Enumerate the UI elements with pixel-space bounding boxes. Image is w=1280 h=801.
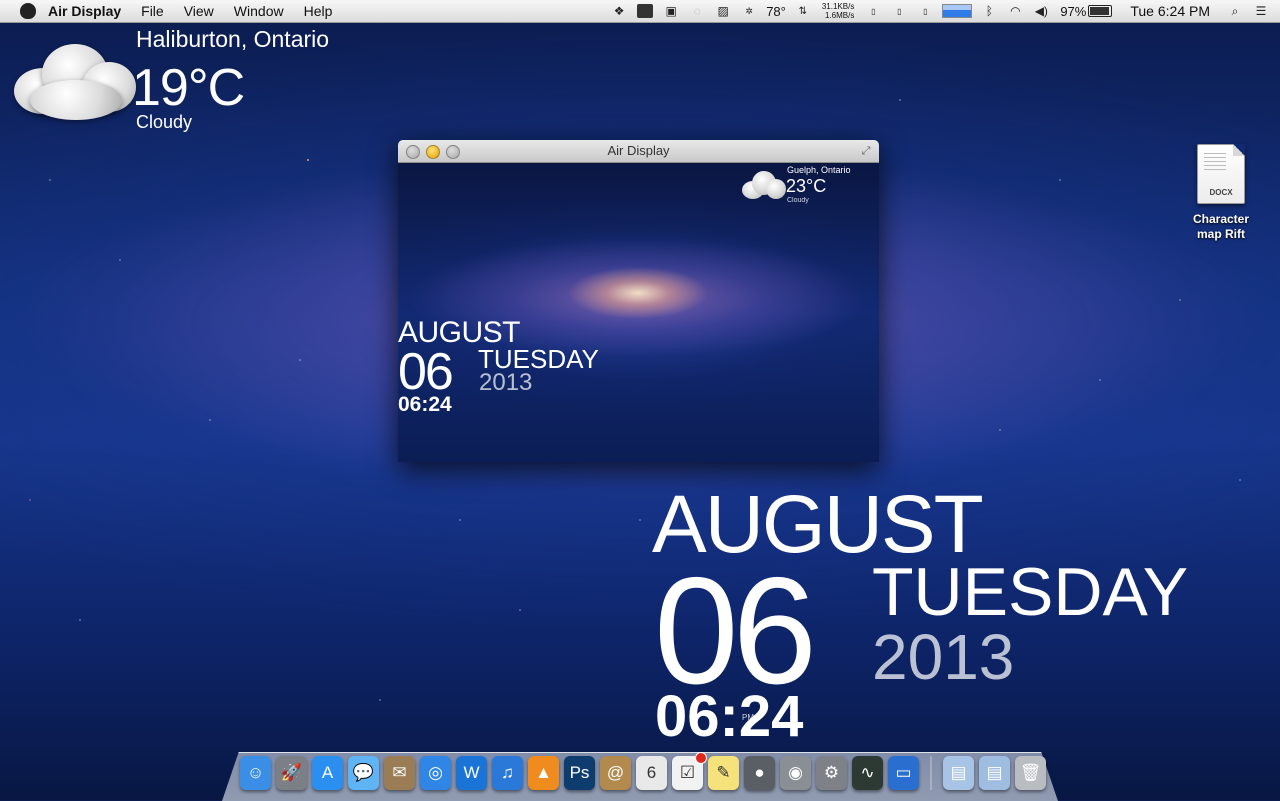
dock-separator	[930, 756, 932, 790]
window-titlebar[interactable]: Air Display ⤢	[398, 140, 879, 163]
mini-weather-condition: Cloudy	[787, 197, 809, 204]
air-display-icon[interactable]: ▭	[888, 756, 919, 790]
messages-icon[interactable]: 💬	[348, 756, 379, 790]
close-button[interactable]	[406, 145, 420, 159]
photoshop-icon[interactable]: Ps	[564, 756, 595, 790]
view-menu[interactable]: View	[174, 0, 224, 22]
weather-city: Haliburton, Ontario	[136, 26, 330, 52]
preview-icon[interactable]: ✉	[384, 756, 415, 790]
dock-items: ☺ 🚀 A 💬 ✉ ◎ W ♫ ▲ Ps @6 ☑ ✎ ● ◉ ⚙ ∿ ▭ ▤ ▤ 🗑	[240, 752, 1046, 790]
activity-monitor-icon[interactable]: ∿	[852, 756, 883, 790]
zoom-button[interactable]	[446, 145, 460, 159]
battery-icon[interactable]	[1088, 5, 1113, 17]
disk-utility-icon[interactable]: ◉	[780, 756, 811, 790]
date-time: 06:24	[655, 684, 804, 749]
disk-icon[interactable]: ▯	[890, 3, 908, 19]
trash-icon[interactable]: 🗑	[1015, 756, 1046, 790]
file-name[interactable]: Character map Rift	[1182, 212, 1260, 242]
airdisplay-icon[interactable]: ▣	[662, 3, 680, 19]
menu-bar: Air Display File View Window Help ❖ ▣ ◌ …	[0, 0, 1280, 23]
documents-icon[interactable]: ▤	[943, 756, 974, 790]
network-icon[interactable]: ⇅	[794, 3, 812, 19]
fullscreen-icon[interactable]: ⤢	[859, 144, 873, 158]
weather-temperature: 19°C	[132, 59, 245, 117]
notification-icon[interactable]: ☰	[1252, 3, 1270, 19]
photo-booth-icon[interactable]: ●	[744, 756, 775, 790]
date-ampm: PM	[742, 713, 754, 722]
vlc-icon[interactable]: ▲	[528, 756, 559, 790]
volume-icon[interactable]: ◀)	[1032, 3, 1050, 19]
help-menu[interactable]: Help	[294, 0, 343, 22]
reminders-badge	[695, 752, 707, 764]
contact-icon[interactable]	[636, 3, 654, 19]
network-speed[interactable]: 31.1KB/s 1.6MB/s	[822, 2, 854, 20]
app-store-icon[interactable]: A	[312, 756, 343, 790]
date-weekday: TUESDAY	[872, 554, 1189, 630]
fan-icon[interactable]: ✲	[740, 3, 758, 19]
cpu-graph[interactable]	[942, 4, 973, 18]
app-name-menu[interactable]: Air Display	[48, 0, 131, 22]
reminders-icon[interactable]: ☑	[672, 752, 707, 790]
safari-icon[interactable]: ◎	[420, 756, 451, 790]
battery-percent[interactable]: 97%	[1060, 4, 1086, 19]
launchpad-icon[interactable]: 🚀	[276, 756, 307, 790]
network-down-speed: 1.6MB/s	[824, 11, 855, 20]
menu-clock[interactable]: Tue 6:24 PM	[1130, 3, 1210, 19]
spinner-icon[interactable]: ◌	[688, 3, 706, 19]
date-year: 2013	[872, 621, 1015, 693]
cpu-icon[interactable]: ▯	[916, 3, 934, 19]
network-up-speed: 31.1KB/s	[821, 2, 855, 11]
screen-icon[interactable]: ▨	[714, 3, 732, 19]
memory-icon[interactable]: ▯	[864, 3, 882, 19]
spotlight-icon[interactable]: ⌕	[1226, 3, 1244, 19]
cloudy-weather-icon	[8, 34, 138, 124]
air-display-window[interactable]: Air Display ⤢ Guelph, Ontario 23°C Cloud…	[398, 140, 879, 462]
temperature-readout[interactable]: 78°	[766, 4, 786, 19]
weather-condition: Cloudy	[136, 112, 193, 132]
mini-weather-temperature: 23°C	[786, 176, 827, 196]
mini-year: 2013	[479, 369, 533, 396]
mini-time: 06:24	[398, 393, 452, 416]
window-menu[interactable]: Window	[224, 0, 294, 22]
file-extension: DOCX	[1209, 188, 1233, 197]
file-menu[interactable]: File	[131, 0, 174, 22]
apple-icon[interactable]	[20, 3, 36, 19]
dropbox-icon[interactable]: ❖	[610, 3, 628, 19]
minimize-button[interactable]	[426, 145, 440, 159]
docx-file-icon[interactable]: DOCX	[1197, 144, 1245, 204]
wunderlist-icon[interactable]: W	[456, 756, 487, 790]
wifi-icon[interactable]: ◠	[1006, 3, 1024, 19]
itunes-icon[interactable]: ♫	[492, 756, 523, 790]
desktop-file[interactable]: DOCX Character map Rift	[1182, 144, 1260, 242]
stickies-icon[interactable]: ✎	[708, 756, 739, 790]
mini-day: 06	[398, 343, 454, 401]
window-title: Air Display	[607, 143, 670, 158]
address-book-icon[interactable]: @	[600, 756, 631, 790]
finder-icon[interactable]: ☺	[240, 756, 271, 790]
mini-cloudy-icon	[740, 167, 788, 201]
bluetooth-icon[interactable]: ᛒ	[980, 3, 998, 19]
downloads-icon[interactable]: ▤	[979, 756, 1010, 790]
mini-weather-city: Guelph, Ontario	[787, 165, 851, 175]
system-preferences-icon[interactable]: ⚙	[816, 756, 847, 790]
remote-screen-view[interactable]: Guelph, Ontario 23°C Cloudy AUGUST 06 TU…	[398, 163, 879, 462]
calendar-icon[interactable]: 6	[636, 756, 667, 790]
